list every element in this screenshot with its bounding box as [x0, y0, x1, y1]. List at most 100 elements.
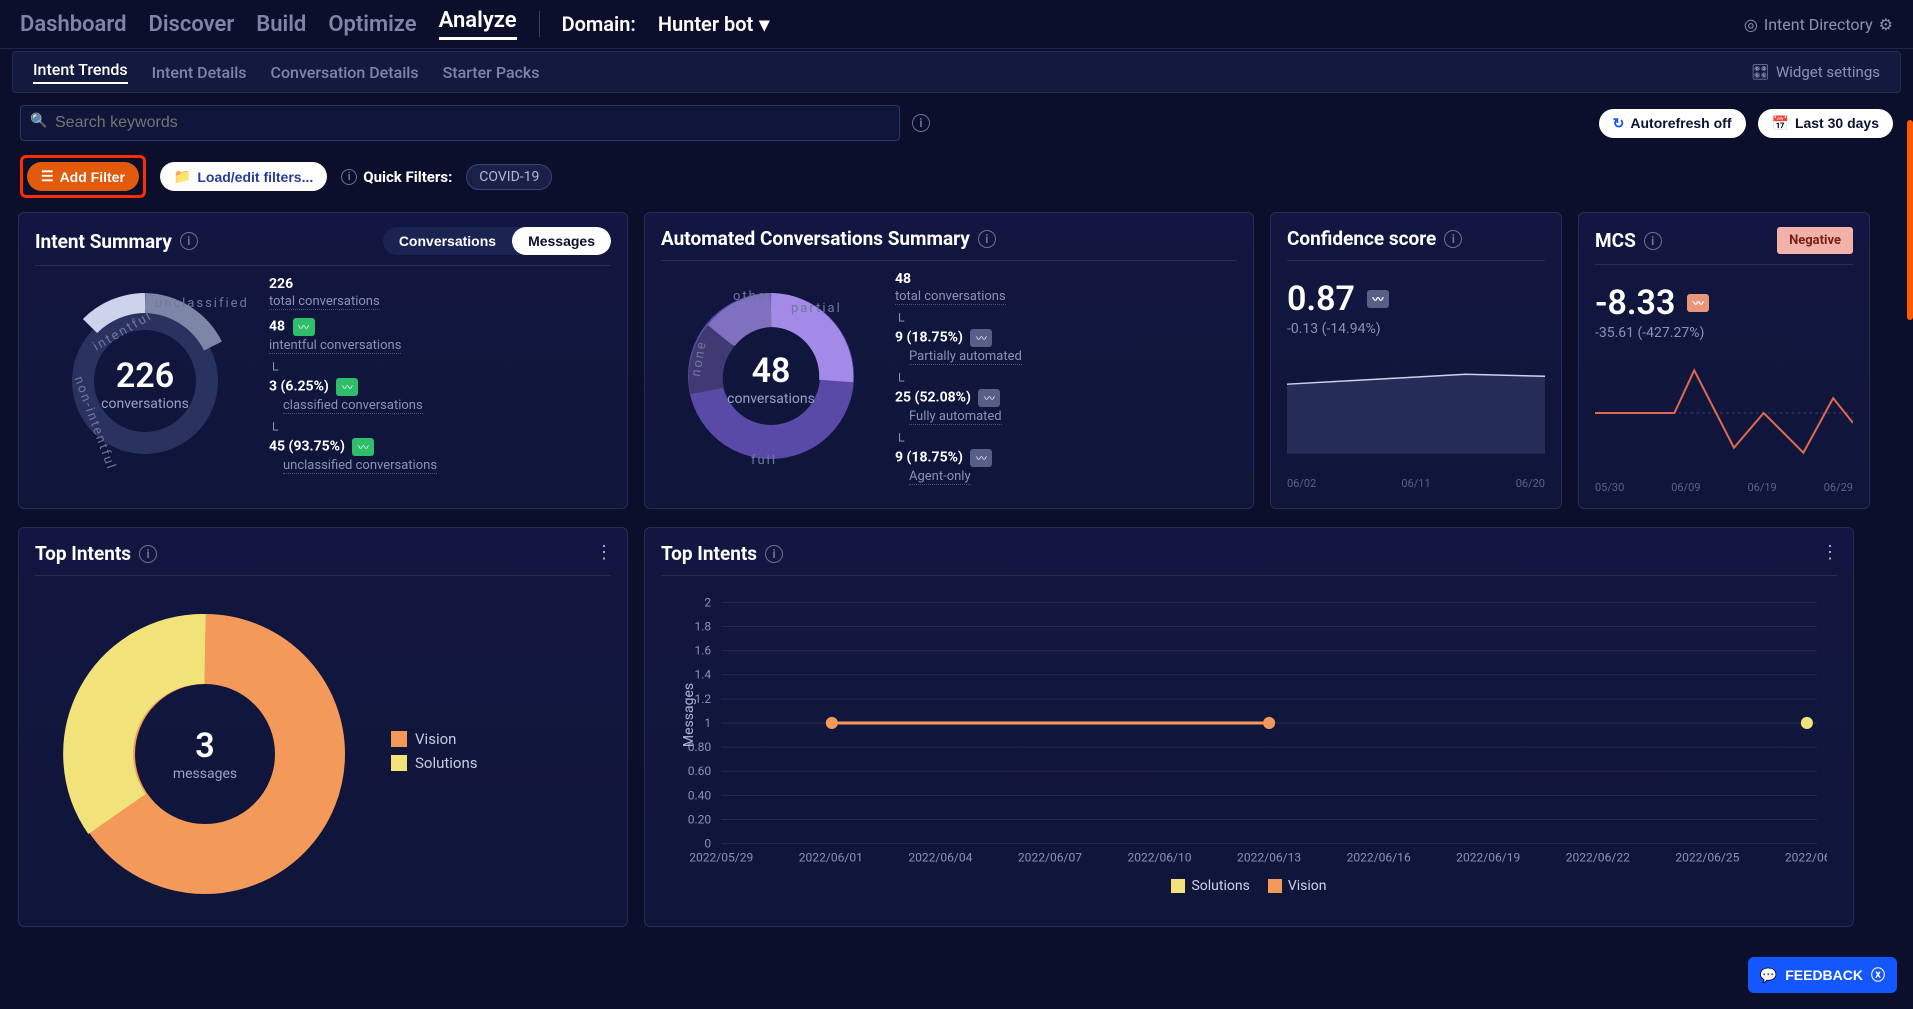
info-icon[interactable]: i — [341, 169, 357, 185]
legend-swatch-solutions — [1171, 879, 1185, 893]
chevron-down-icon: ▾ — [759, 12, 769, 36]
search-input[interactable] — [20, 105, 900, 141]
svg-text:0.60: 0.60 — [688, 764, 712, 778]
legend-label-solutions: Solutions — [1191, 878, 1249, 894]
info-icon[interactable]: i — [765, 545, 783, 563]
toggle-conversations[interactable]: Conversations — [383, 227, 512, 255]
mcs-card: MCS i Negative -8.33 〰 -35.61 (-427.27%)… — [1578, 212, 1870, 509]
intent-directory-link[interactable]: ◎ Intent Directory ⚙ — [1744, 15, 1893, 34]
info-icon[interactable]: i — [1444, 230, 1462, 248]
auto-center-value: 48 — [727, 351, 815, 391]
toggle-messages[interactable]: Messages — [512, 227, 611, 255]
info-icon[interactable]: i — [978, 230, 996, 248]
gear-icon[interactable]: ⚙ — [1879, 15, 1893, 34]
legend-label-solutions: Solutions — [415, 754, 478, 772]
quick-filters-label: i Quick Filters: — [341, 168, 452, 186]
subtab-intent-details[interactable]: Intent Details — [152, 63, 247, 82]
nav-tab-optimize[interactable]: Optimize — [328, 12, 416, 37]
nav-divider — [539, 11, 540, 37]
nav-tab-dashboard[interactable]: Dashboard — [20, 12, 126, 37]
domain-value: Hunter bot — [658, 12, 753, 36]
legend-label-vision: Vision — [1288, 878, 1327, 894]
confidence-title: Confidence score i — [1287, 227, 1462, 250]
card-menu-icon[interactable]: ⋮ — [595, 542, 613, 563]
is-classified-n: 3 (6.25%) — [269, 379, 329, 395]
auto-center-label: conversations — [727, 391, 815, 407]
mcs-tick-3: 06/29 — [1824, 481, 1853, 494]
confidence-delta: -0.13 (-14.94%) — [1287, 321, 1545, 337]
svg-text:0.20: 0.20 — [688, 812, 712, 826]
search-wrap — [20, 105, 900, 141]
autorefresh-label: Autorefresh off — [1630, 115, 1731, 131]
filter-icon: ☰ — [41, 168, 54, 185]
top-intents-legend: Vision Solutions — [391, 730, 478, 778]
quick-filters-text: Quick Filters: — [363, 168, 452, 186]
is-unclassified-n: 45 (93.75%) — [269, 439, 345, 455]
date-range-button[interactable]: 📅 Last 30 days — [1758, 109, 1894, 138]
trend-icon: 〰 — [1367, 290, 1389, 308]
is-unclassified-label: unclassified conversations — [283, 458, 437, 474]
info-icon[interactable]: i — [912, 114, 930, 132]
mcs-tick-1: 06/09 — [1671, 481, 1700, 494]
svg-text:2: 2 — [704, 598, 711, 609]
card-menu-icon[interactable]: ⋮ — [1821, 542, 1839, 563]
nav-tab-analyze[interactable]: Analyze — [439, 8, 517, 40]
svg-text:0.40: 0.40 — [688, 788, 712, 802]
trend-up-icon: 〰 — [336, 378, 358, 396]
top-intents-center-label: messages — [173, 766, 237, 782]
domain-selector[interactable]: Hunter bot ▾ — [658, 12, 769, 36]
quick-filter-chip-covid[interactable]: COVID-19 — [466, 164, 552, 190]
info-icon[interactable]: i — [1644, 232, 1662, 250]
calendar-icon: 📅 — [1772, 115, 1789, 132]
legend-swatch-vision — [1268, 879, 1282, 893]
auto-agent-label: Agent-only — [909, 469, 971, 485]
arc-label-partial: partial — [791, 301, 842, 316]
auto-full-n: 25 (52.08%) — [895, 390, 971, 406]
info-icon[interactable]: i — [139, 545, 157, 563]
intent-summary-toggle: Conversations Messages — [383, 227, 611, 255]
history-icon: ↻ — [1613, 115, 1625, 132]
trend-up-icon: 〰 — [293, 318, 315, 336]
widget-settings-link[interactable]: 🎛 Widget settings — [1751, 63, 1880, 81]
is-total-label: total conversations — [269, 294, 380, 310]
nav-tab-build[interactable]: Build — [256, 12, 306, 37]
legend-swatch-vision — [391, 731, 407, 747]
add-filter-highlight: ☰ Add Filter — [20, 155, 146, 198]
svg-text:2022/06/04: 2022/06/04 — [908, 851, 972, 865]
subtab-intent-trends[interactable]: Intent Trends — [33, 60, 128, 84]
feedback-button[interactable]: 💬 FEEDBACK ⓧ — [1748, 957, 1897, 993]
auto-partial-label: Partially automated — [909, 349, 1022, 365]
auto-partial-n: 9 (18.75%) — [895, 330, 963, 346]
nav-tab-discover[interactable]: Discover — [148, 12, 234, 37]
top-intents-donut-title: Top Intents i — [35, 542, 157, 565]
subtab-conversation-details[interactable]: Conversation Details — [271, 63, 419, 82]
load-edit-filters-label: Load/edit filters... — [197, 169, 313, 185]
svg-text:2022/06/28: 2022/06/28 — [1785, 851, 1827, 865]
feedback-label: FEEDBACK — [1785, 967, 1863, 983]
svg-text:2022/06/19: 2022/06/19 — [1456, 851, 1520, 865]
date-range-label: Last 30 days — [1795, 115, 1879, 131]
mcs-value: -8.33 — [1595, 283, 1675, 323]
automated-summary-card: Automated Conversations Summary i other … — [644, 212, 1254, 509]
top-nav: Dashboard Discover Build Optimize Analyz… — [0, 0, 1913, 49]
auto-full-label: Fully automated — [909, 409, 1002, 425]
svg-text:1.8: 1.8 — [694, 619, 711, 633]
subtab-starter-packs[interactable]: Starter Packs — [443, 63, 540, 82]
legend-label-vision: Vision — [415, 730, 456, 748]
add-filter-label: Add Filter — [60, 169, 125, 185]
chat-icon: 💬 — [1760, 967, 1777, 984]
mcs-title: MCS i — [1595, 229, 1662, 252]
add-filter-button[interactable]: ☰ Add Filter — [27, 162, 139, 191]
svg-text:1.4: 1.4 — [694, 668, 711, 682]
info-icon[interactable]: i — [180, 232, 198, 250]
close-icon[interactable]: ⓧ — [1871, 965, 1885, 985]
autorefresh-toggle[interactable]: ↻ Autorefresh off — [1599, 109, 1746, 138]
sub-nav: Intent Trends Intent Details Conversatio… — [12, 51, 1901, 93]
top-intents-donut-chart: 3 messages — [45, 604, 365, 904]
confidence-sparkline — [1287, 349, 1545, 469]
y-axis-label: Messages — [681, 683, 697, 747]
arc-label-full: full — [751, 453, 777, 468]
load-edit-filters-button[interactable]: 📁 Load/edit filters... — [160, 162, 327, 191]
top-intents-line-card: ⋮ Top Intents i Messages — [644, 527, 1854, 927]
trend-up-icon: 〰 — [352, 438, 374, 456]
